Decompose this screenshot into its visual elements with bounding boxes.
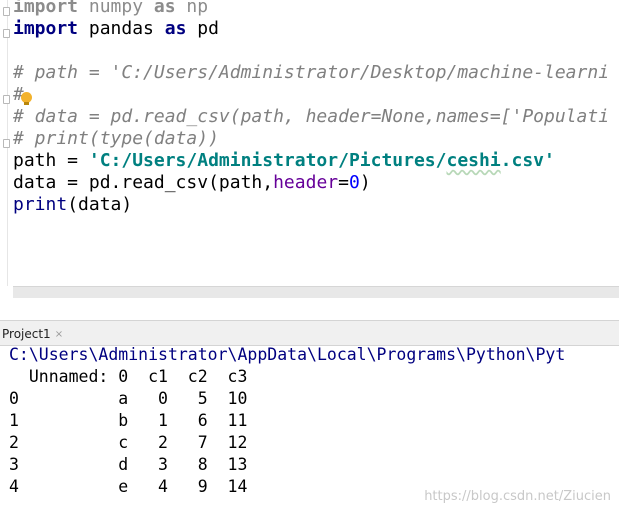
code-token: # data = pd.read_csv(path, header=None,n…: [13, 106, 610, 127]
panel-separator: [0, 298, 619, 320]
code-line[interactable]: data = pd.read_csv(path,header=0): [13, 172, 371, 193]
code-token: (data): [67, 194, 133, 215]
code-token: pandas: [78, 18, 165, 39]
fold-marker-icon[interactable]: [3, 95, 10, 104]
code-token: .csv': [500, 150, 555, 171]
console-output-line: 0 a 0 5 10: [9, 389, 248, 408]
code-token: data = pd.read_csv(path,: [13, 172, 274, 193]
code-line[interactable]: # path = 'C:/Users/Administrator/Desktop…: [13, 62, 609, 83]
code-token: header: [273, 172, 339, 193]
code-token: 'C:/Users/Administrator/Pictures/: [88, 150, 447, 171]
run-console[interactable]: C:\Users\Administrator\AppData\Local\Pro…: [0, 346, 619, 512]
console-command: C:\Users\Administrator\AppData\Local\Pro…: [9, 346, 566, 364]
code-token: as: [164, 18, 187, 39]
code-editor[interactable]: import numpy as np import pandas as pd #…: [0, 0, 619, 286]
code-text[interactable]: import numpy as np import pandas as pd #…: [13, 0, 609, 216]
console-output-line: 3 d 3 8 13: [9, 455, 248, 474]
run-tool-window-tabs: Project1 ×: [0, 320, 619, 346]
close-icon[interactable]: ×: [55, 329, 63, 340]
code-token: # print(type(data)): [13, 128, 219, 149]
code-line[interactable]: print(data): [13, 194, 132, 215]
code-token: import: [13, 0, 79, 17]
code-line[interactable]: # print(type(data)): [13, 128, 219, 149]
code-token: import: [13, 18, 79, 39]
fold-marker-icon[interactable]: [3, 139, 10, 148]
code-token: numpy: [78, 0, 154, 17]
code-token: =: [338, 172, 349, 193]
tab-project1[interactable]: Project1 ×: [2, 324, 63, 344]
fold-marker-icon[interactable]: [3, 29, 10, 38]
fold-marker-icon[interactable]: [3, 7, 10, 16]
console-output-line: 2 c 2 7 12: [9, 433, 248, 452]
code-token: path =: [13, 150, 89, 171]
code-token: pd: [186, 18, 219, 39]
console-output-line: 1 b 1 6 11: [9, 411, 248, 430]
watermark: https://blog.csdn.net/Ziucien: [424, 489, 611, 504]
console-output-line: Unnamed: 0 c1 c2 c3: [9, 367, 248, 386]
code-line[interactable]: import pandas as pd: [13, 18, 219, 39]
lightbulb-icon[interactable]: [21, 92, 32, 105]
code-token: 0: [348, 172, 360, 193]
code-token: as: [153, 0, 176, 17]
code-line[interactable]: # data = pd.read_csv(path, header=None,n…: [13, 106, 609, 127]
console-output-line: 4 e 4 9 14: [9, 477, 248, 496]
code-token: # path = 'C:/Users/Administrator/Desktop…: [13, 62, 610, 83]
code-line[interactable]: import numpy as np: [13, 0, 208, 17]
code-token: print: [13, 194, 68, 215]
code-token: ): [359, 172, 371, 193]
code-token: ceshi: [446, 150, 501, 171]
console-output: C:\Users\Administrator\AppData\Local\Pro…: [9, 346, 565, 498]
code-token: np: [175, 0, 209, 17]
tab-label: Project1: [2, 327, 51, 341]
code-line[interactable]: path = 'C:/Users/Administrator/Pictures/…: [13, 150, 555, 171]
